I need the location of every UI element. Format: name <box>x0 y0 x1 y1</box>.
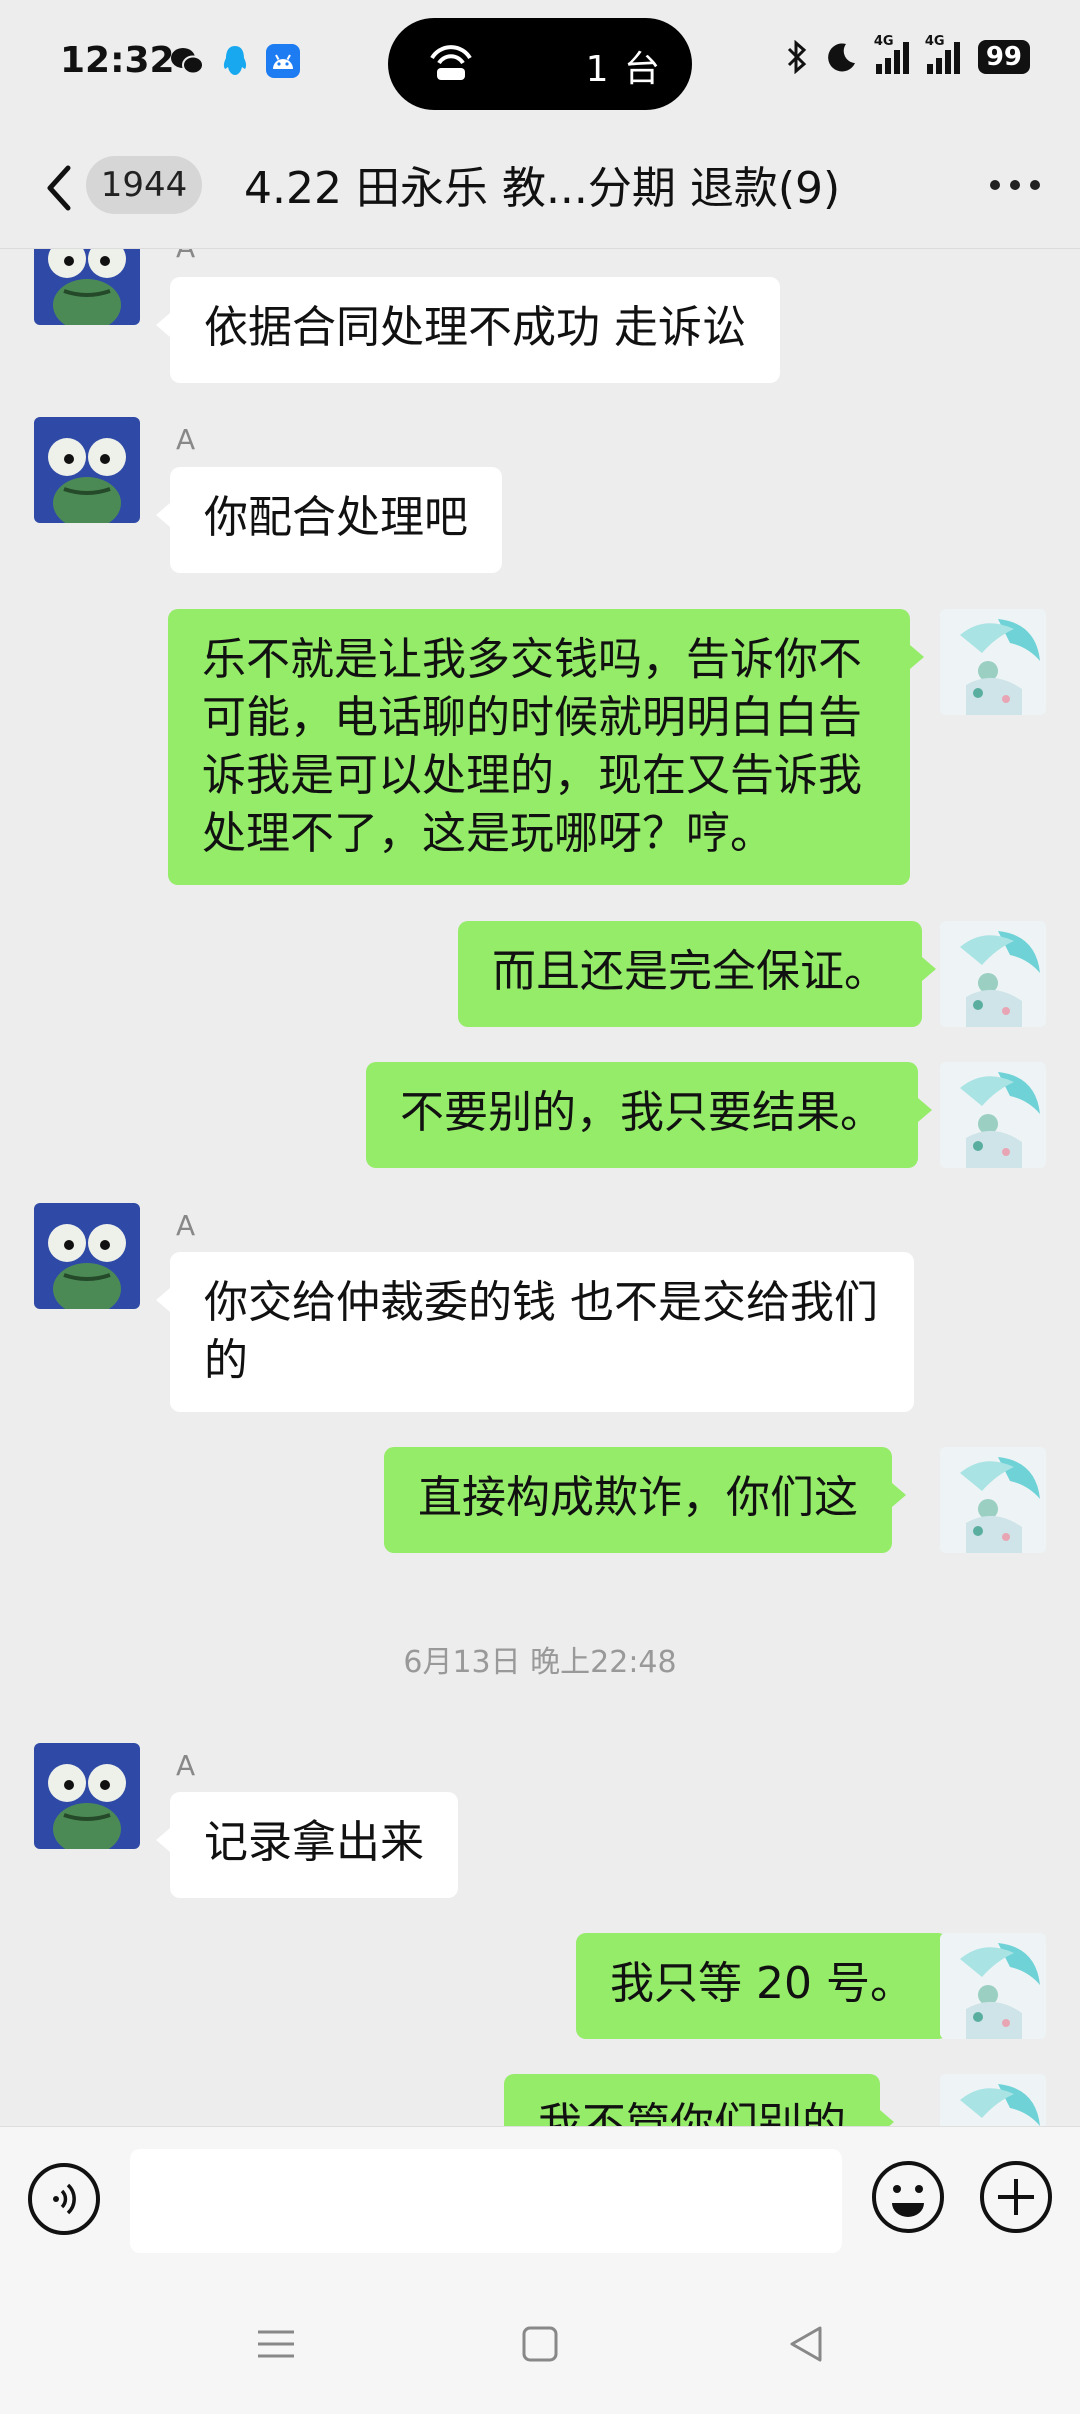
avatar[interactable] <box>940 921 1046 1027</box>
avatar[interactable] <box>940 1447 1046 1553</box>
signal-icon: 4G <box>925 34 960 74</box>
do-not-disturb-moon-icon <box>827 43 855 72</box>
message-bubble[interactable]: 乐不就是让我多交钱吗，告诉你不可能，电话聊的时候就明明白白告诉我是可以处理的，现… <box>168 609 924 885</box>
emoji-icon[interactable] <box>870 2159 946 2235</box>
sender-name: A <box>176 1209 196 1242</box>
more-options-icon[interactable] <box>990 180 1040 192</box>
sender-name: A <box>176 249 195 264</box>
avatar[interactable] <box>34 1743 140 1849</box>
back-arrow-icon[interactable] <box>40 158 80 218</box>
chat-title: 4.22 田永乐 教...分期 退款(9) <box>244 163 841 214</box>
voice-icon <box>53 2183 76 2215</box>
plus-icon[interactable] <box>978 2159 1054 2235</box>
avatar[interactable] <box>34 249 140 325</box>
message-input[interactable] <box>130 2149 842 2253</box>
avatar[interactable] <box>940 1062 1046 1168</box>
message-bubble[interactable]: 记录拿出来 <box>156 1792 458 1898</box>
home-icon[interactable] <box>510 2314 570 2374</box>
status-bar: 12:32 1 台 4G 4G 99 <box>0 0 1080 130</box>
message-bubble[interactable]: 我不管你们别的 <box>504 2074 894 2126</box>
sender-name: A <box>176 1749 196 1782</box>
message-bubble[interactable]: 你交给仲裁委的钱 也不是交给我们的 <box>156 1252 914 1412</box>
bluetooth-icon <box>787 40 807 74</box>
message-bubble[interactable]: 我只等 20 号。 <box>576 1933 962 2039</box>
message-timestamp: 6月13日 晚上22:48 <box>403 1645 677 1680</box>
unread-count-badge[interactable]: 1944 <box>86 156 202 214</box>
menu-icon[interactable] <box>246 2314 306 2374</box>
chat-header: 1944 4.22 田永乐 教...分期 退款(9) <box>0 130 1080 249</box>
message-bubble[interactable]: 不要别的，我只要结果。 <box>366 1062 932 1168</box>
connected-devices: 1 台 <box>585 49 662 90</box>
message-bubble[interactable]: 你配合处理吧 <box>156 467 502 573</box>
hotspot-icon <box>430 45 472 80</box>
battery-icon: 99 <box>977 40 1030 74</box>
avatar[interactable] <box>940 609 1046 715</box>
avatar[interactable] <box>940 2074 1046 2126</box>
message-bubble[interactable]: 直接构成欺诈，你们这 <box>384 1447 906 1553</box>
wechat-icon <box>170 44 204 78</box>
message-input-bar <box>0 2126 1080 2275</box>
message-bubble[interactable]: 依据合同处理不成功 走诉讼 <box>156 277 780 383</box>
signal-icon: 4G <box>874 34 909 74</box>
system-navigation-bar <box>0 2274 1080 2414</box>
message-bubble[interactable]: 而且还是完全保证。 <box>458 921 936 1027</box>
android-app-icon <box>266 44 300 78</box>
status-right: 4G 4G 99 <box>786 34 1030 74</box>
chat-messages[interactable]: A 依据合同处理不成功 走诉讼 A 你配合处理吧 乐不就是让我多交钱吗，告诉你不… <box>0 249 1080 2126</box>
avatar[interactable] <box>34 1203 140 1309</box>
sender-name: A <box>176 423 196 456</box>
back-triangle-icon[interactable] <box>776 2314 836 2374</box>
avatar[interactable] <box>34 417 140 523</box>
avatar[interactable] <box>940 1933 1046 2039</box>
status-time: 12:32 <box>60 40 175 81</box>
qq-icon <box>218 44 252 78</box>
notification-icons <box>170 44 300 78</box>
dynamic-island: 1 台 <box>388 18 692 110</box>
voice-input-button[interactable] <box>28 2163 100 2235</box>
